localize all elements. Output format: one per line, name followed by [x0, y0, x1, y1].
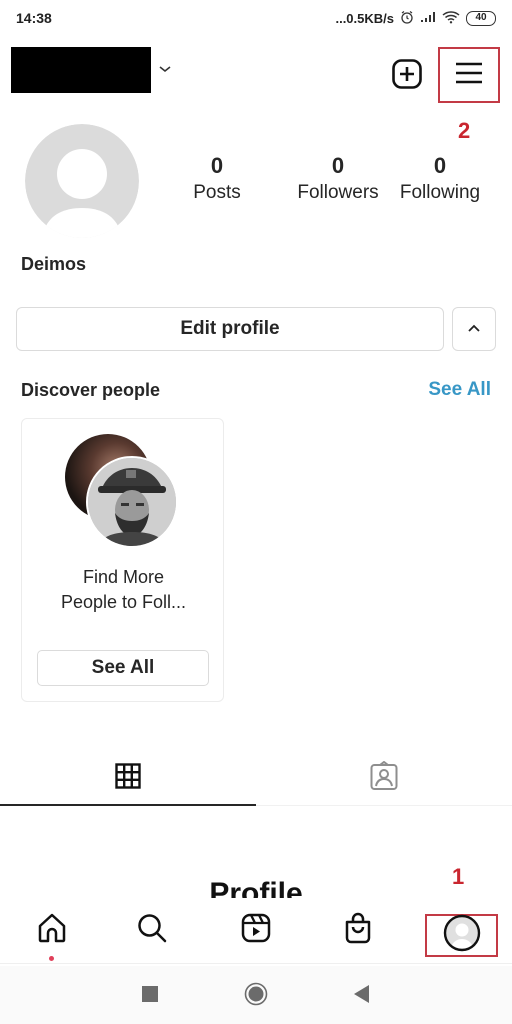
discover-card: Find More People to Foll... See All [21, 418, 224, 702]
shop-bag-icon [343, 912, 373, 949]
stat-followers[interactable]: 0 Followers [278, 152, 398, 206]
person-photo-icon [88, 458, 176, 546]
stat-label: Posts [193, 182, 241, 203]
square-icon [142, 985, 158, 1007]
system-back-button[interactable] [348, 982, 376, 1010]
stat-following[interactable]: 0 Following [392, 152, 488, 206]
discover-card-line-2: People to Foll... [60, 592, 187, 612]
toggle-discover-button[interactable] [452, 307, 496, 351]
search-icon [136, 912, 168, 949]
nav-shop[interactable] [338, 910, 378, 950]
nav-search[interactable] [132, 910, 172, 950]
signal-icon [420, 11, 436, 26]
suggested-user-avatar [86, 456, 178, 548]
system-home-button[interactable] [242, 982, 270, 1010]
stat-label: Following [399, 182, 481, 203]
bottom-navigation [0, 898, 512, 964]
network-speed: ...0.5KB/s [335, 10, 394, 26]
chevron-down-icon[interactable] [158, 62, 172, 76]
display-name: Deimos [21, 254, 87, 274]
stat-posts[interactable]: 0 Posts [184, 152, 250, 206]
hamburger-menu-icon [455, 61, 483, 90]
profile-avatar[interactable] [25, 124, 139, 238]
empty-state-heading: Profile [209, 877, 303, 898]
notification-dot [49, 956, 54, 961]
add-post-button[interactable] [391, 58, 423, 90]
circle-icon [244, 982, 268, 1011]
grid-icon [115, 762, 141, 794]
status-time: 14:38 [16, 10, 52, 26]
nav-reels[interactable] [236, 910, 276, 950]
discover-card-see-all-button[interactable]: See All [37, 650, 209, 686]
nav-profile[interactable] [425, 914, 498, 957]
discover-card-text: Find More People to Foll... [22, 565, 225, 615]
discover-see-all-link[interactable]: See All [428, 379, 491, 401]
default-avatar-icon [25, 124, 139, 238]
discover-people-title: Discover people [21, 380, 161, 400]
system-navigation-bar [0, 966, 512, 1024]
discover-card-line-1: Find More [82, 567, 165, 587]
back-triangle-icon [354, 984, 370, 1008]
status-bar: 14:38 ...0.5KB/s 40 [0, 0, 512, 36]
tagged-person-icon [370, 760, 398, 796]
chevron-up-icon [467, 320, 481, 338]
tab-tagged[interactable] [256, 752, 512, 806]
stat-value: 0 [433, 153, 447, 178]
home-icon [36, 912, 68, 949]
status-icons: ...0.5KB/s 40 [335, 10, 496, 27]
stat-label: Followers [297, 182, 379, 203]
annotation-marker-2: 2 [458, 118, 471, 143]
profile-header [0, 46, 512, 103]
reels-icon [241, 913, 271, 948]
profile-content-tabs [0, 752, 512, 806]
battery-icon: 40 [466, 10, 496, 26]
stat-value: 0 [210, 153, 224, 178]
alarm-icon [400, 10, 414, 27]
edit-profile-button[interactable]: Edit profile [16, 307, 444, 351]
annotation-marker-1: 1 [452, 864, 465, 889]
username-redacted[interactable] [11, 47, 151, 93]
recent-apps-button[interactable] [136, 982, 164, 1010]
add-post-icon [391, 59, 423, 94]
nav-home[interactable] [32, 910, 72, 950]
profile-avatar-icon [443, 914, 481, 957]
stat-value: 0 [331, 153, 345, 178]
menu-button[interactable] [438, 47, 500, 103]
wifi-icon [442, 10, 460, 27]
tab-posts-grid[interactable] [0, 752, 256, 806]
